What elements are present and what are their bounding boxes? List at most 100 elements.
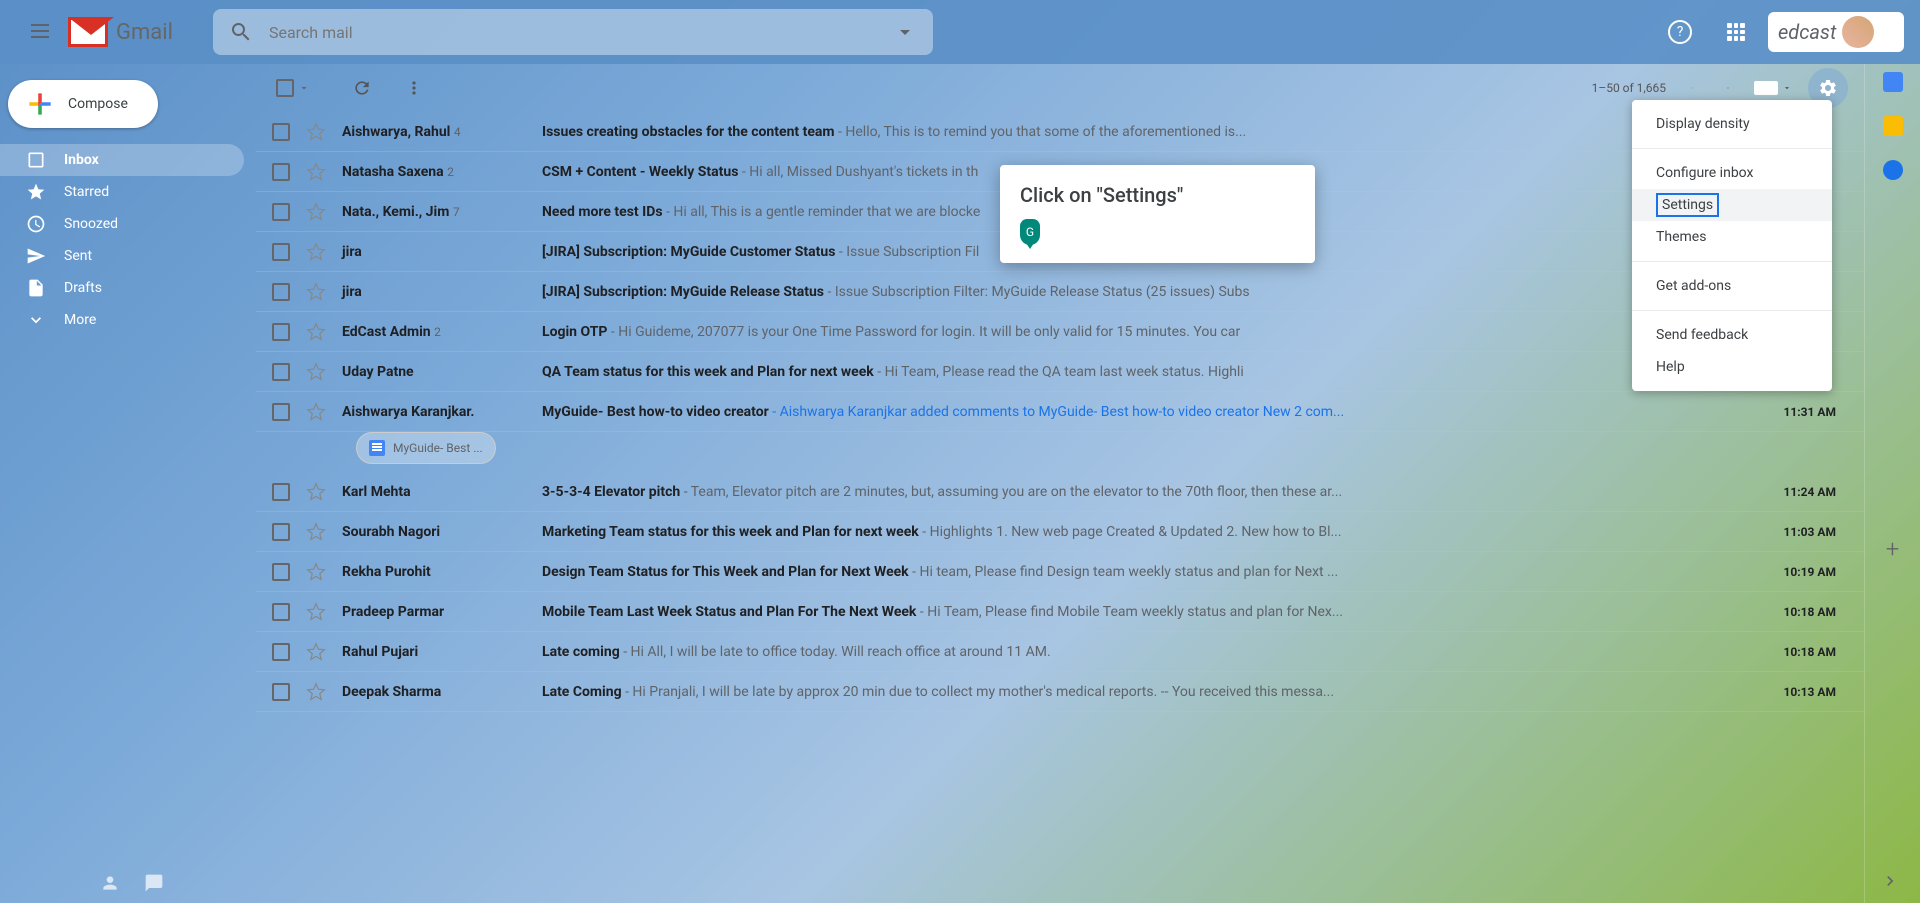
attachment-name: MyGuide- Best ... bbox=[393, 441, 483, 455]
email-row[interactable]: Karl Mehta3-5-3-4 Elevator pitch - Team,… bbox=[256, 472, 1864, 512]
doc-icon bbox=[369, 440, 385, 456]
email-sender: Aishwarya Karanjkar. bbox=[342, 404, 542, 420]
compose-button[interactable]: Compose bbox=[8, 80, 158, 128]
email-time: 10:19 AM bbox=[1768, 565, 1848, 579]
calendar-addon[interactable] bbox=[1883, 72, 1903, 92]
email-checkbox[interactable] bbox=[272, 403, 290, 421]
star-icon[interactable] bbox=[306, 282, 326, 302]
star-icon[interactable] bbox=[306, 162, 326, 182]
nav-item-snoozed[interactable]: Snoozed bbox=[0, 208, 244, 240]
email-row[interactable]: Aishwarya, Rahul 4Issues creating obstac… bbox=[256, 112, 1864, 152]
star-icon[interactable] bbox=[306, 362, 326, 382]
email-subject: QA Team status for this week and Plan fo… bbox=[542, 364, 1768, 380]
menu-item-get-add-ons[interactable]: Get add-ons bbox=[1632, 270, 1832, 302]
gear-icon bbox=[1818, 78, 1838, 98]
email-sender: Rekha Purohit bbox=[342, 564, 542, 580]
nav-item-drafts[interactable]: Drafts bbox=[0, 272, 244, 304]
select-all-checkbox[interactable] bbox=[276, 79, 294, 97]
star-icon[interactable] bbox=[306, 122, 326, 142]
header: Gmail ? edcast bbox=[0, 0, 1920, 64]
email-checkbox[interactable] bbox=[272, 243, 290, 261]
plus-icon bbox=[24, 88, 56, 120]
gmail-logo[interactable]: Gmail bbox=[68, 17, 173, 47]
email-checkbox[interactable] bbox=[272, 483, 290, 501]
nav-item-more[interactable]: More bbox=[0, 304, 244, 336]
nav-item-starred[interactable]: Starred bbox=[0, 176, 244, 208]
email-row[interactable]: Aishwarya Karanjkar.MyGuide- Best how-to… bbox=[256, 392, 1864, 432]
menu-item-label: Help bbox=[1656, 359, 1685, 375]
email-subject: Issues creating obstacles for the conten… bbox=[542, 124, 1768, 140]
support-button[interactable]: ? bbox=[1656, 8, 1704, 56]
get-addons-button[interactable]: + bbox=[1886, 535, 1900, 563]
search-box[interactable] bbox=[213, 9, 933, 55]
menu-item-send-feedback[interactable]: Send feedback bbox=[1632, 319, 1832, 351]
select-dropdown[interactable] bbox=[298, 82, 310, 94]
main-menu-button[interactable] bbox=[16, 8, 64, 56]
star-icon[interactable] bbox=[306, 642, 326, 662]
email-checkbox[interactable] bbox=[272, 123, 290, 141]
email-subject: Mobile Team Last Week Status and Plan Fo… bbox=[542, 604, 1768, 620]
email-row[interactable]: Rahul PujariLate coming - Hi All, I will… bbox=[256, 632, 1864, 672]
gmail-m-icon bbox=[68, 17, 108, 47]
apps-button[interactable] bbox=[1712, 8, 1760, 56]
keyboard-icon bbox=[1754, 81, 1778, 95]
star-icon[interactable] bbox=[306, 242, 326, 262]
email-checkbox[interactable] bbox=[272, 163, 290, 181]
tooltip-text: Click on "Settings" bbox=[1020, 183, 1295, 207]
star-icon[interactable] bbox=[306, 322, 326, 342]
hangouts-contacts-icon[interactable] bbox=[100, 873, 120, 893]
email-checkbox[interactable] bbox=[272, 643, 290, 661]
more-button[interactable] bbox=[404, 78, 424, 98]
nav-label: Starred bbox=[64, 184, 109, 200]
older-button[interactable] bbox=[1718, 78, 1738, 98]
star-icon[interactable] bbox=[306, 682, 326, 702]
hide-side-panel[interactable] bbox=[1880, 871, 1900, 891]
star-icon[interactable] bbox=[306, 562, 326, 582]
menu-item-label: Themes bbox=[1656, 229, 1706, 245]
email-checkbox[interactable] bbox=[272, 603, 290, 621]
email-row[interactable]: jira[JIRA] Subscription: MyGuide Release… bbox=[256, 272, 1864, 312]
menu-item-configure-inbox[interactable]: Configure inbox bbox=[1632, 157, 1832, 189]
email-checkbox[interactable] bbox=[272, 363, 290, 381]
star-icon[interactable] bbox=[306, 602, 326, 622]
edcast-card[interactable]: edcast bbox=[1768, 12, 1904, 52]
nav-list: Inbox Starred SnoozedSentDraftsMore bbox=[0, 144, 256, 336]
menu-divider bbox=[1632, 148, 1832, 149]
keep-addon[interactable] bbox=[1883, 116, 1903, 136]
email-checkbox[interactable] bbox=[272, 283, 290, 301]
star-icon[interactable] bbox=[306, 522, 326, 542]
star-icon[interactable] bbox=[306, 202, 326, 222]
apps-grid-icon bbox=[1727, 23, 1745, 41]
search-options-dropdown[interactable] bbox=[893, 20, 917, 44]
menu-item-themes[interactable]: Themes bbox=[1632, 221, 1832, 253]
nav-item-inbox[interactable]: Inbox bbox=[0, 144, 244, 176]
menu-item-display-density[interactable]: Display density bbox=[1632, 108, 1832, 140]
refresh-button[interactable] bbox=[352, 78, 372, 98]
email-row[interactable]: Rekha PurohitDesign Team Status for This… bbox=[256, 552, 1864, 592]
email-checkbox[interactable] bbox=[272, 523, 290, 541]
menu-item-label: Display density bbox=[1656, 116, 1750, 132]
tasks-addon[interactable] bbox=[1883, 160, 1903, 180]
hangouts-chat-icon[interactable] bbox=[144, 873, 164, 893]
email-checkbox[interactable] bbox=[272, 563, 290, 581]
email-row[interactable]: Sourabh NagoriMarketing Team status for … bbox=[256, 512, 1864, 552]
email-row[interactable]: Pradeep ParmarMobile Team Last Week Stat… bbox=[256, 592, 1864, 632]
email-time: 11:24 AM bbox=[1768, 485, 1848, 499]
email-checkbox[interactable] bbox=[272, 683, 290, 701]
star-icon[interactable] bbox=[306, 482, 326, 502]
nav-item-sent[interactable]: Sent bbox=[0, 240, 244, 272]
email-row[interactable]: Deepak SharmaLate Coming - Hi Pranjali, … bbox=[256, 672, 1864, 712]
menu-item-settings[interactable]: Settings bbox=[1632, 189, 1832, 221]
search-input[interactable] bbox=[269, 23, 893, 42]
email-row[interactable]: EdCast Admin 2Login OTP - Hi Guideme, 20… bbox=[256, 312, 1864, 352]
input-tools[interactable] bbox=[1754, 81, 1792, 95]
email-row[interactable]: Uday PatneQA Team status for this week a… bbox=[256, 352, 1864, 392]
email-checkbox[interactable] bbox=[272, 203, 290, 221]
newer-button[interactable] bbox=[1682, 78, 1702, 98]
star-icon[interactable] bbox=[306, 402, 326, 422]
email-time: 10:18 AM bbox=[1768, 645, 1848, 659]
email-checkbox[interactable] bbox=[272, 323, 290, 341]
pagination-text: 1–50 of 1,665 bbox=[1592, 81, 1666, 95]
menu-item-help[interactable]: Help bbox=[1632, 351, 1832, 383]
attachment-chip[interactable]: MyGuide- Best ... bbox=[356, 432, 496, 464]
